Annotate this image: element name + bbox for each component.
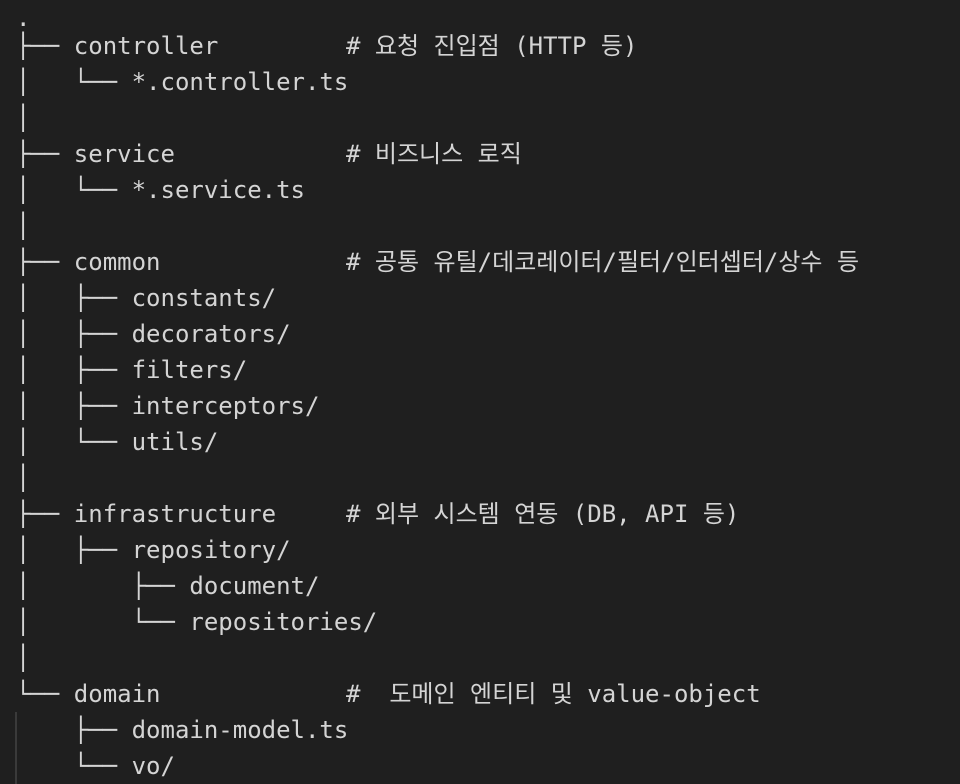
file-name: *.controller.ts [131,68,349,96]
file-name: domain-model.ts [131,716,349,744]
tree-prefix: │ [16,212,31,240]
tree-line: │ └── repositories/ [16,604,377,640]
tree-line: │ ├── repository/ [16,532,291,568]
tree-prefix: │ ├── [16,392,132,420]
tree-line: └── vo/ [16,748,175,784]
tree-line: │ └── *.controller.ts [16,64,348,100]
folder-name: filters/ [131,356,248,384]
tree-prefix: │ ├── [16,320,132,348]
folder-name: service [73,140,175,168]
code-editor: . ├── controller # 요청 진입점 (HTTP 등) │ └──… [0,0,960,784]
tree-line: ├── domain-model.ts [16,712,349,748]
tree-line: │ ├── constants/ [16,280,276,316]
tree-prefix: ├── [16,140,74,168]
tree-prefix: │ ├── [16,356,132,384]
line-comment: # 외부 시스템 연동 (DB, API 등) [346,500,740,528]
tree-line: │ [16,208,30,244]
folder-name: controller [73,32,219,60]
tree-prefix: │ ├── [16,572,190,600]
tree-line: │ └── utils/ [16,424,218,460]
tree-prefix: │ └── [16,428,132,456]
file-name: *.service.ts [131,176,305,204]
tree-prefix: ├── [16,248,74,276]
tree-line: │ ├── filters/ [16,352,247,388]
folder-name: decorators/ [131,320,291,348]
tree-line: │ [16,640,30,676]
folder-name: domain [73,680,161,708]
tree-line: │ [16,100,30,136]
folder-name: vo/ [131,752,175,780]
tree-prefix: │ [16,464,31,492]
tree-line: ├── infrastructure [16,496,276,532]
tree-line: └── domain [16,676,161,712]
folder-name: repositories/ [189,608,378,636]
tree-line: ├── common [16,244,161,280]
line-comment: # 비즈니스 로직 [346,140,522,168]
tree-line: ├── controller [16,28,218,64]
folder-name: infrastructure [73,500,277,528]
tree-prefix: │ [16,104,31,132]
tree-prefix: │ ├── [16,536,132,564]
folder-name: constants/ [131,284,277,312]
line-comment: # 도메인 엔티티 및 value-object [346,680,761,708]
tree-prefix: ├── [16,716,132,744]
tree-prefix: ├── [16,32,74,60]
tree-prefix: │ └── [16,608,190,636]
tree-line: ├── service [16,136,175,172]
folder-name: document/ [189,572,320,600]
folder-name: interceptors/ [131,392,320,420]
tree-prefix: │ [16,644,31,672]
tree-prefix: │ ├── [16,284,132,312]
tree-line: │ ├── document/ [16,568,319,604]
tree-line: │ └── *.service.ts [16,172,305,208]
tree-line: │ ├── decorators/ [16,316,291,352]
folder-name: repository/ [131,536,291,564]
line-comment: # 공통 유틸/데코레이터/필터/인터셉터/상수 등 [346,248,860,276]
folder-name: utils/ [131,428,219,456]
tree-prefix: └── [16,752,132,780]
folder-name: common [73,248,161,276]
tree-prefix: │ └── [16,68,132,96]
tree-prefix: ├── [16,500,74,528]
line-comment: # 요청 진입점 (HTTP 등) [346,32,638,60]
tree-prefix: └── [16,680,74,708]
tree-line: │ ├── interceptors/ [16,388,319,424]
tree-prefix: │ └── [16,176,132,204]
tree-line: │ [16,460,30,496]
